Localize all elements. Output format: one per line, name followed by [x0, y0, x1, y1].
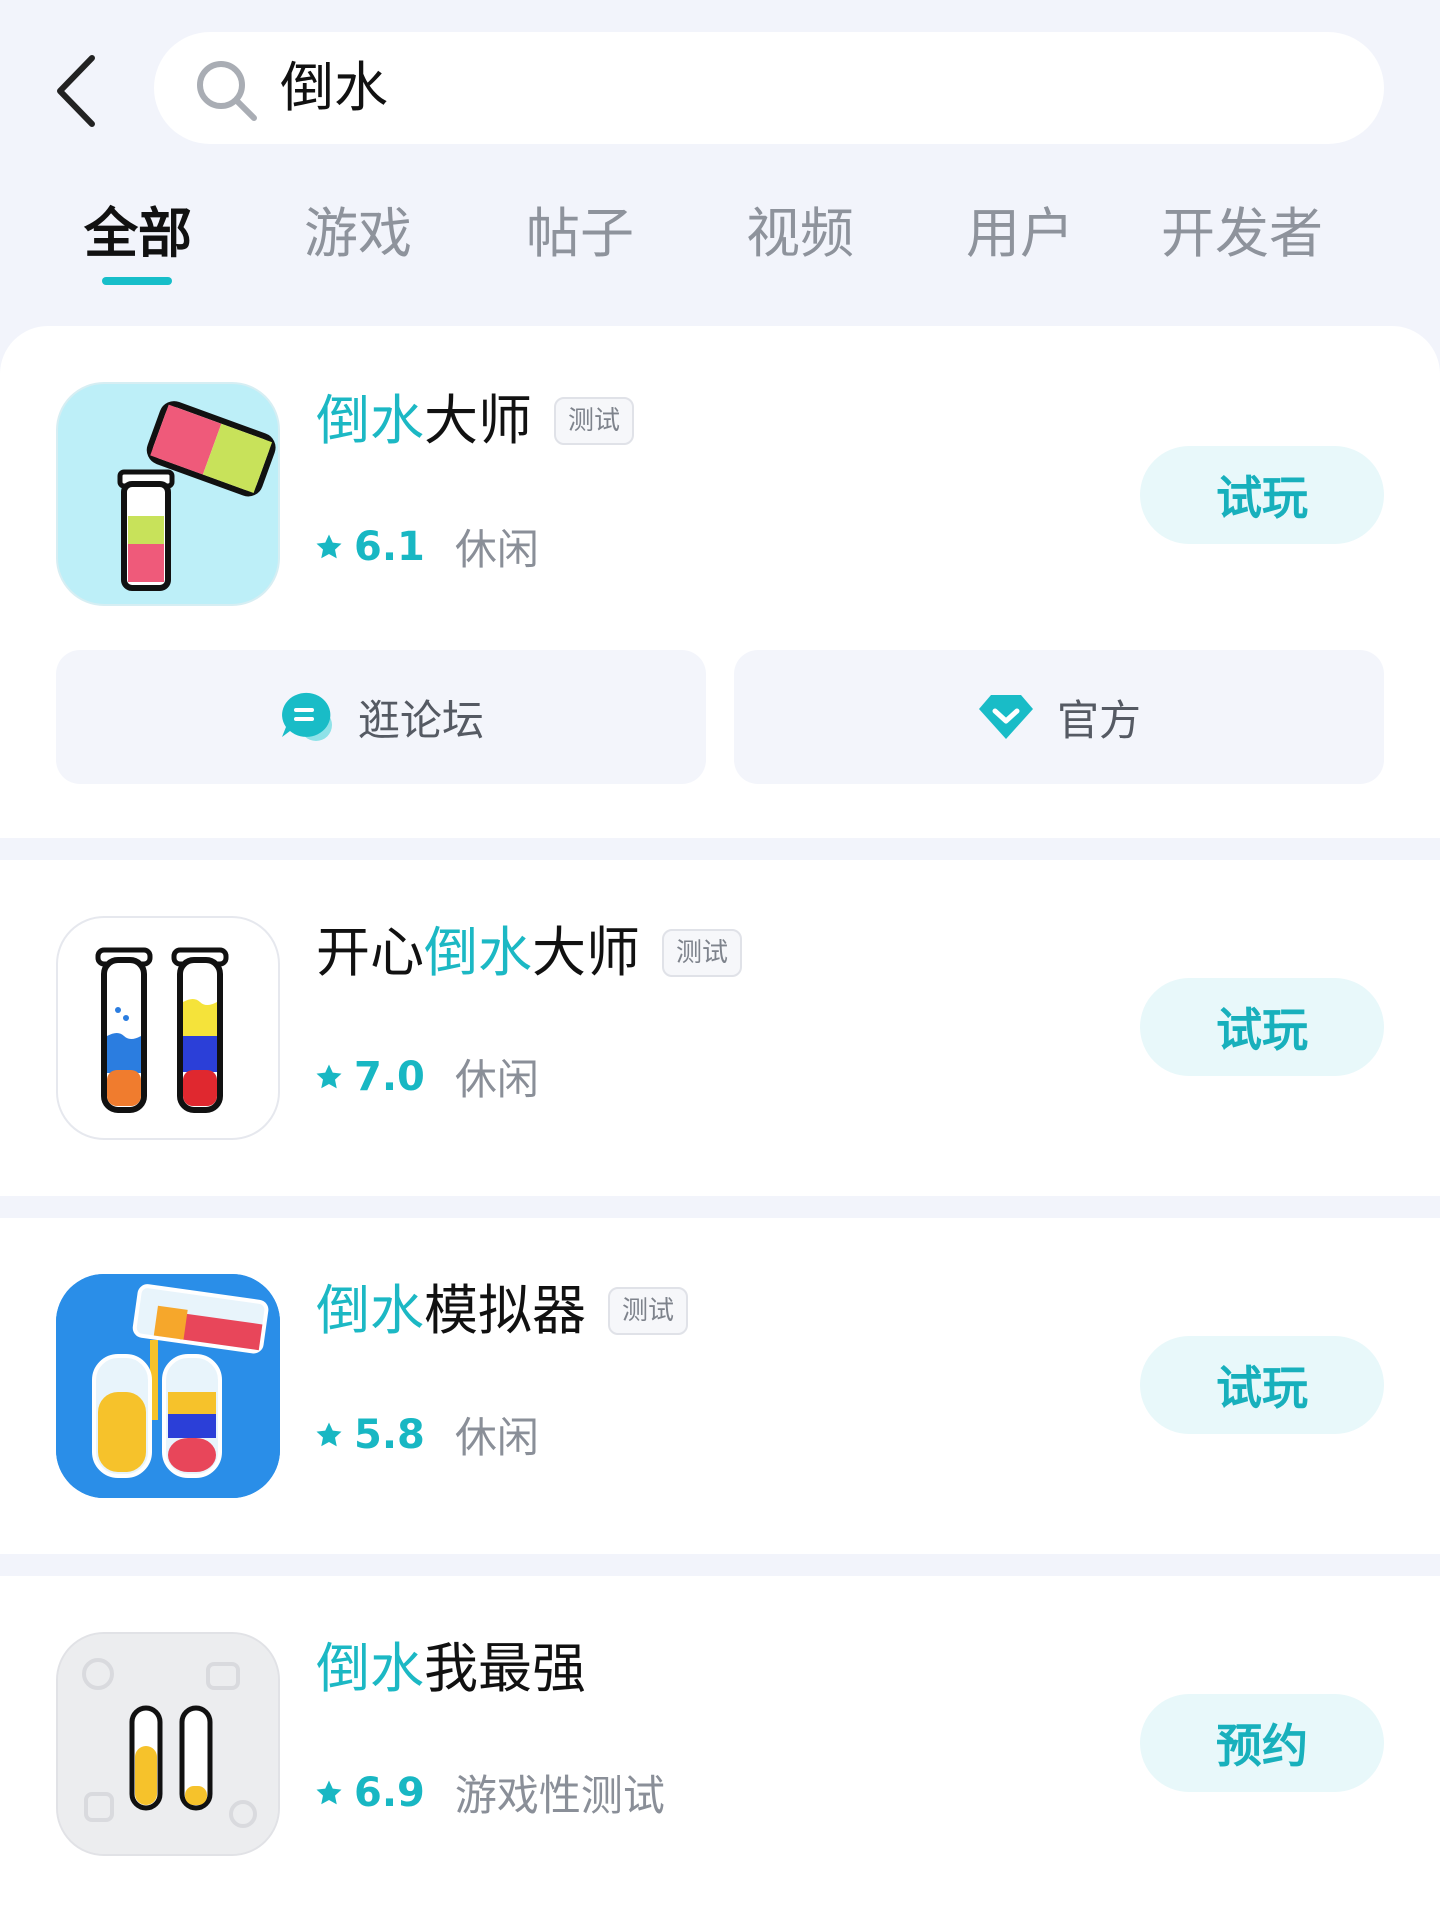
- pour-water-master-icon: [56, 382, 280, 606]
- result-card[interactable]: 开心 倒水 大师 测试 7.0 休闲 试玩: [0, 860, 1440, 1196]
- test-badge: 测试: [608, 1287, 689, 1335]
- rating-value: 7.0: [354, 1053, 425, 1100]
- app-title: 倒水 模拟器 测试: [316, 1276, 689, 1346]
- app-title: 开心 倒水 大师 测试: [316, 918, 743, 988]
- result-card[interactable]: 倒水 模拟器 测试 5.8 休闲 试玩: [0, 1218, 1440, 1554]
- active-tab-indicator: [102, 277, 172, 285]
- pour-water-simulator-icon: [56, 1274, 280, 1498]
- rating-value: 5.8: [354, 1411, 425, 1458]
- test-badge: 测试: [662, 929, 743, 977]
- chat-bubble-icon: [281, 692, 332, 741]
- rating-value: 6.1: [354, 523, 425, 570]
- category-label: 游戏性测试: [454, 1771, 665, 1820]
- app-meta: 7.0 休闲: [314, 1046, 539, 1107]
- search-input[interactable]: [280, 32, 1280, 144]
- forum-button[interactable]: 逛论坛: [56, 650, 706, 784]
- rating-value: 6.9: [354, 1769, 425, 1816]
- happy-pour-water-icon: [56, 916, 280, 1140]
- result-card[interactable]: 倒水 大师 测试 6.1 休闲 试玩 逛论坛 官方: [0, 326, 1440, 838]
- test-badge: 测试: [554, 397, 635, 445]
- search-results-screen: 全部 游戏 帖子 视频 用户 开发者 倒水大师 测试: [0, 0, 1440, 1914]
- tab-videos[interactable]: 视频: [746, 198, 854, 288]
- app-title: 倒水 我最强: [316, 1637, 586, 1700]
- tab-games[interactable]: 游戏: [304, 198, 412, 288]
- star-icon: [316, 534, 342, 558]
- back-button[interactable]: [50, 52, 110, 130]
- tab-users[interactable]: 用户: [966, 198, 1074, 288]
- star-icon: [316, 1422, 342, 1446]
- try-play-button[interactable]: 试玩: [1140, 446, 1384, 544]
- diamond-icon: [978, 695, 1033, 739]
- category-label: 休闲: [454, 1055, 539, 1104]
- star-icon: [316, 1064, 342, 1088]
- category-tabs: 全部 游戏 帖子 视频 用户 开发者: [0, 198, 1440, 298]
- tab-posts[interactable]: 帖子: [526, 198, 634, 288]
- app-meta: 5.8 休闲: [314, 1404, 539, 1465]
- app-meta: 6.1 休闲: [314, 516, 539, 577]
- search-icon: [197, 61, 257, 121]
- app-title: 倒水 大师 测试: [316, 386, 635, 456]
- star-icon: [316, 1780, 342, 1804]
- tab-all[interactable]: 全部: [84, 198, 192, 288]
- try-play-button[interactable]: 试玩: [1140, 978, 1384, 1076]
- app-meta: 6.9 游戏性测试: [314, 1762, 665, 1823]
- reserve-button[interactable]: 预约: [1140, 1694, 1384, 1792]
- forum-label: 逛论坛: [357, 695, 484, 745]
- official-label: 官方: [1056, 695, 1141, 745]
- official-button[interactable]: 官方: [734, 650, 1384, 784]
- category-label: 休闲: [454, 1413, 539, 1462]
- chevron-left-icon: [57, 55, 95, 127]
- try-play-button[interactable]: 试玩: [1140, 1336, 1384, 1434]
- result-card[interactable]: 倒水 我最强 6.9 游戏性测试 预约: [0, 1576, 1440, 1914]
- tab-developers[interactable]: 开发者: [1161, 198, 1323, 288]
- search-bar[interactable]: [154, 32, 1384, 144]
- pour-water-strongest-icon: [56, 1632, 280, 1856]
- category-label: 休闲: [454, 525, 539, 574]
